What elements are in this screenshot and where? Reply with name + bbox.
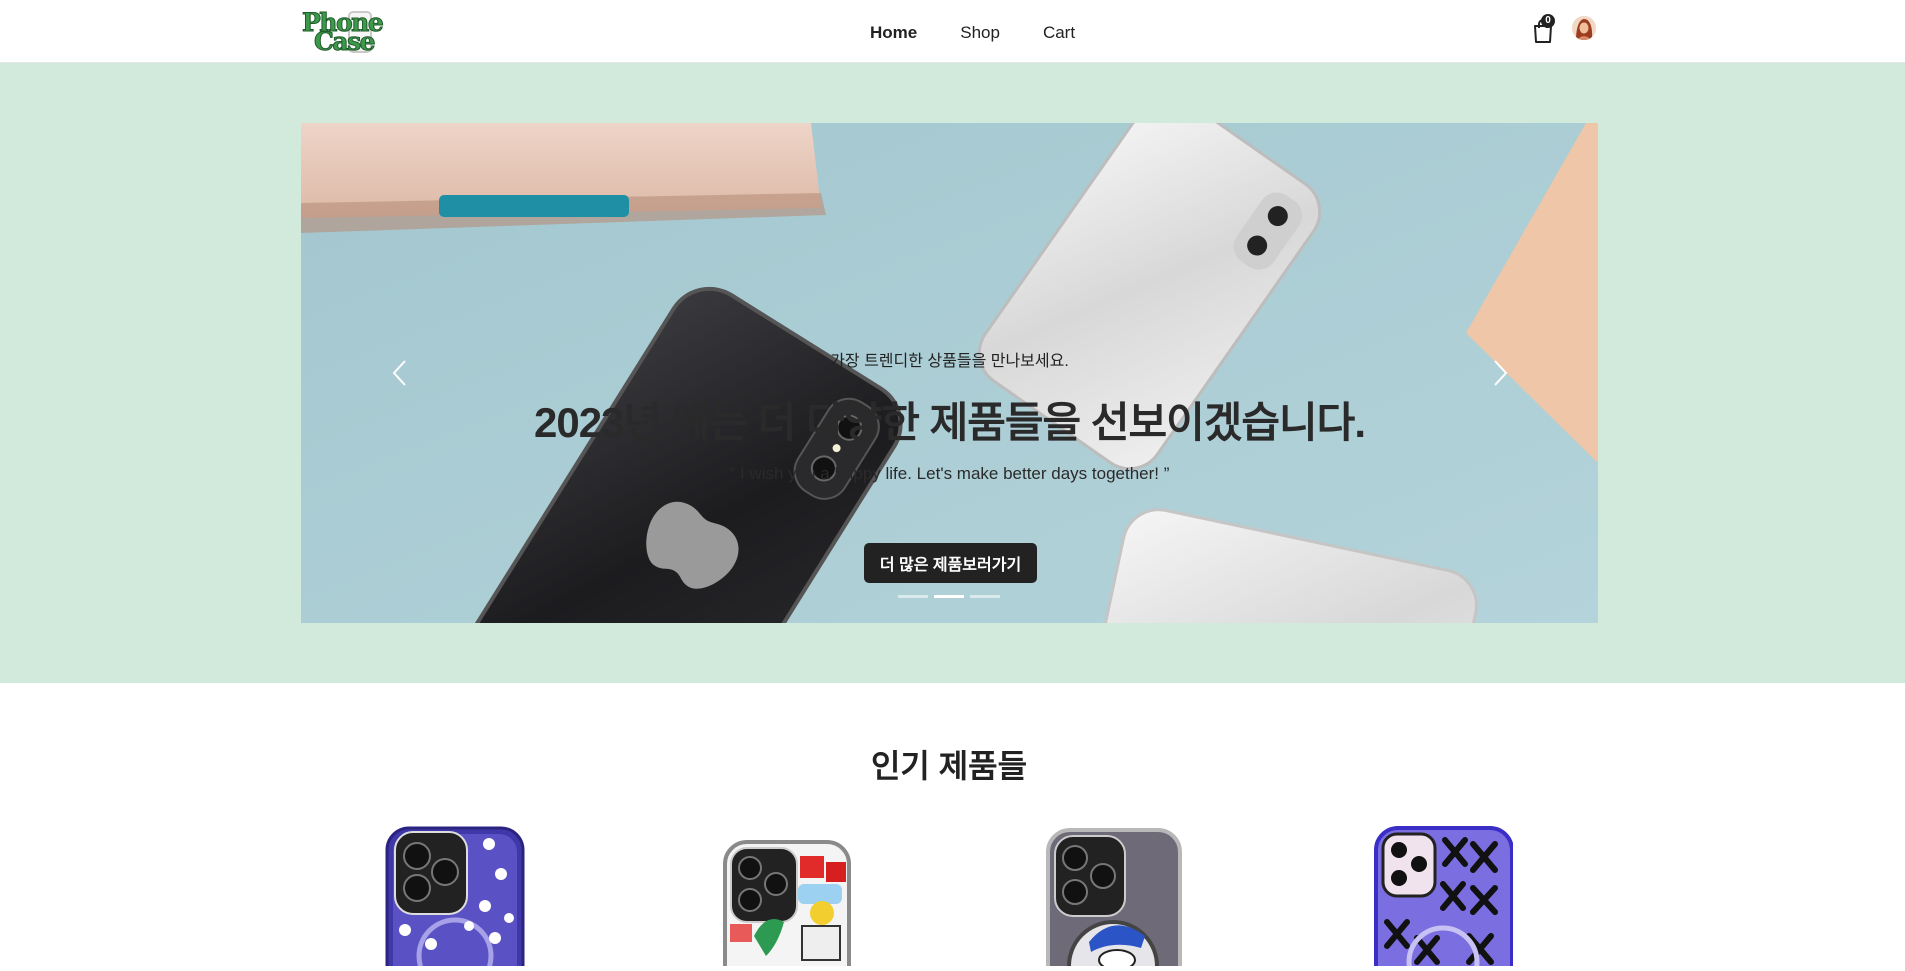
carousel-indicator-3[interactable]	[970, 595, 1000, 598]
product-card-sticker[interactable]	[722, 826, 862, 971]
logo-word-case: Case	[313, 27, 376, 56]
product-image	[1046, 828, 1182, 971]
site-header: Phone Case Home Shop Cart 0	[0, 0, 1905, 63]
chevron-left-icon	[392, 360, 406, 386]
carousel-caption: 가장 트렌디한 상품들을 만나보세요. 2023년 에는 더 다양한 제품들을 …	[301, 123, 1598, 623]
carousel-indicators	[898, 595, 1000, 598]
product-card-x-pattern[interactable]	[1373, 826, 1514, 971]
product-image	[723, 840, 851, 971]
product-card-ny[interactable]	[1045, 826, 1185, 971]
user-avatar[interactable]	[1572, 16, 1596, 40]
hero-title: 2023년 에는 더 다양한 제품들을 선보이겠습니다.	[534, 399, 1366, 446]
more-products-button[interactable]: 더 많은 제품보러가기	[864, 543, 1037, 583]
carousel-next-button[interactable]	[1485, 353, 1515, 393]
carousel-indicator-2[interactable]	[934, 595, 964, 598]
carousel-indicator-1[interactable]	[898, 595, 928, 598]
chevron-right-icon	[1494, 360, 1508, 386]
hero-carousel[interactable]: 가장 트렌디한 상품들을 만나보세요. 2023년 에는 더 다양한 제품들을 …	[301, 123, 1598, 623]
hero-section: 가장 트렌디한 상품들을 만나보세요. 2023년 에는 더 다양한 제품들을 …	[0, 63, 1905, 683]
nav-home[interactable]: Home	[870, 23, 917, 43]
hero-quote: ” I wish you a happy life. Let's make be…	[729, 464, 1170, 483]
nav-shop[interactable]: Shop	[960, 23, 1000, 43]
popular-section-title: 인기 제품들	[870, 748, 1028, 784]
product-card-bunny[interactable]	[385, 826, 525, 971]
carousel-prev-button[interactable]	[385, 353, 415, 393]
product-image	[1374, 826, 1514, 971]
nav-cart[interactable]: Cart	[1043, 23, 1075, 43]
logo[interactable]: Phone Case	[300, 10, 384, 56]
main-nav: Home Shop Cart	[870, 23, 1118, 43]
cart-count-badge: 0	[1541, 14, 1555, 28]
avatar-image	[1572, 16, 1596, 40]
hero-subtitle: 가장 트렌디한 상품들을 만나보세요.	[830, 353, 1069, 370]
product-image	[385, 826, 525, 971]
